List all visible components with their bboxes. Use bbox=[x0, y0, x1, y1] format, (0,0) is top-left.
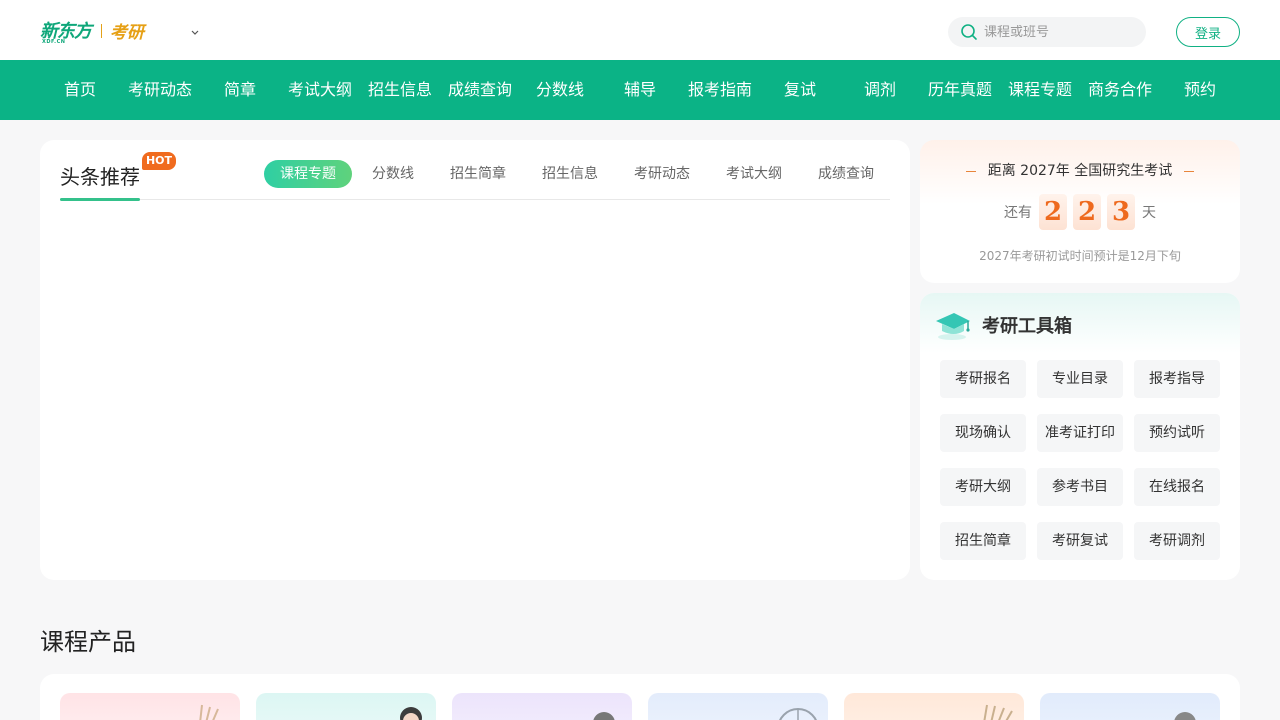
pencils-image bbox=[983, 704, 1013, 720]
tab-admission-info[interactable]: 招生信息 bbox=[536, 160, 604, 188]
course-products-title: 课程产品 bbox=[40, 628, 136, 656]
tool-online-registration[interactable]: 在线报名 bbox=[1134, 468, 1220, 506]
nav-item-admission-info[interactable]: 招生信息 bbox=[360, 60, 440, 120]
tab-cutoff[interactable]: 分数线 bbox=[362, 160, 424, 188]
tool-registration[interactable]: 考研报名 bbox=[940, 360, 1026, 398]
headlines-card: 头条推荐 HOT 课程专题 分数线 招生简章 招生信息 考研动态 考试大纲 成绩… bbox=[40, 140, 910, 580]
product-card[interactable] bbox=[844, 693, 1024, 720]
tool-admission-ticket[interactable]: 准考证打印 bbox=[1037, 414, 1123, 452]
tabs-divider bbox=[60, 199, 890, 200]
tool-syllabus[interactable]: 考研大纲 bbox=[940, 468, 1026, 506]
teacher-photo bbox=[1174, 712, 1196, 720]
countdown-note: 2027年考研初试时间预计是12月下旬 bbox=[979, 249, 1181, 263]
nav-item-news[interactable]: 考研动态 bbox=[120, 60, 200, 120]
nav-item-course-topics[interactable]: 课程专题 bbox=[1000, 60, 1080, 120]
hot-badge: HOT bbox=[142, 152, 176, 170]
countdown-card: 距离 2027年 全国研究生考试 还有 2 2 3 天 2027年考研初试时间预… bbox=[920, 140, 1240, 283]
nav-item-booking[interactable]: 预约 bbox=[1160, 60, 1240, 120]
headlines-title: 头条推荐 bbox=[60, 165, 140, 189]
product-card[interactable] bbox=[452, 693, 632, 720]
tool-reference-books[interactable]: 参考书目 bbox=[1037, 468, 1123, 506]
main-nav: 首页 考研动态 简章 考试大纲 招生信息 成绩查询 分数线 辅导 报考指南 复试… bbox=[0, 60, 1280, 120]
nav-item-retest[interactable]: 复试 bbox=[760, 60, 840, 120]
logo-product-text: 考研 bbox=[110, 22, 144, 43]
tab-brochure[interactable]: 招生简章 bbox=[444, 160, 512, 188]
countdown-row: 还有 2 2 3 天 bbox=[920, 194, 1240, 230]
nav-item-business[interactable]: 商务合作 bbox=[1080, 60, 1160, 120]
product-card[interactable] bbox=[60, 693, 240, 720]
tab-course-topics[interactable]: 课程专题 bbox=[264, 160, 352, 188]
nav-item-syllabus[interactable]: 考试大纲 bbox=[280, 60, 360, 120]
countdown-digit: 2 bbox=[1073, 194, 1101, 230]
tab-score-query[interactable]: 成绩查询 bbox=[812, 160, 880, 188]
tool-brochure[interactable]: 招生简章 bbox=[940, 522, 1026, 560]
logo-domain-text: XDF.CN bbox=[42, 39, 66, 45]
right-dash bbox=[1184, 170, 1195, 172]
countdown-year: 2027年 bbox=[1020, 163, 1070, 179]
course-products-card bbox=[40, 674, 1240, 720]
tab-news[interactable]: 考研动态 bbox=[628, 160, 696, 188]
tool-application-guidance[interactable]: 报考指导 bbox=[1134, 360, 1220, 398]
tool-transfer[interactable]: 考研调剂 bbox=[1134, 522, 1220, 560]
tool-trial-booking[interactable]: 预约试听 bbox=[1134, 414, 1220, 452]
teacher-photo bbox=[593, 712, 615, 720]
nav-item-tutoring[interactable]: 辅导 bbox=[600, 60, 680, 120]
tool-major-catalog[interactable]: 专业目录 bbox=[1037, 360, 1123, 398]
left-dash bbox=[965, 170, 976, 172]
countdown-title: 距离 2027年 全国研究生考试 bbox=[920, 160, 1240, 180]
product-card[interactable] bbox=[256, 693, 436, 720]
globe-image bbox=[779, 708, 817, 720]
search-input[interactable] bbox=[984, 24, 1134, 40]
countdown-after-label: 天 bbox=[1142, 205, 1156, 221]
title-underline bbox=[60, 198, 140, 201]
nav-item-brochure[interactable]: 简章 bbox=[200, 60, 280, 120]
tab-syllabus[interactable]: 考试大纲 bbox=[720, 160, 788, 188]
product-card[interactable] bbox=[1040, 693, 1220, 720]
toolbox-title: 考研工具箱 bbox=[982, 316, 1072, 337]
product-card[interactable] bbox=[648, 693, 828, 720]
search-icon[interactable] bbox=[960, 23, 978, 41]
countdown-digit: 2 bbox=[1039, 194, 1067, 230]
tool-onsite-confirmation[interactable]: 现场确认 bbox=[940, 414, 1026, 452]
nav-item-past-papers[interactable]: 历年真题 bbox=[920, 60, 1000, 120]
site-logo[interactable]: 新东方 XDF.CN 考研 bbox=[40, 20, 144, 46]
graduation-cap-icon bbox=[936, 313, 970, 340]
top-header: 新东方 XDF.CN 考研 登录 bbox=[0, 0, 1280, 60]
nav-item-transfer[interactable]: 调剂 bbox=[840, 60, 920, 120]
nav-item-cutoff[interactable]: 分数线 bbox=[520, 60, 600, 120]
nav-item-guide[interactable]: 报考指南 bbox=[680, 60, 760, 120]
pencils-image bbox=[199, 704, 219, 720]
countdown-digit: 3 bbox=[1107, 194, 1135, 230]
chevron-down-icon[interactable] bbox=[189, 26, 201, 38]
logo-divider bbox=[101, 24, 102, 38]
toolbox-card: 考研工具箱 考研报名 专业目录 报考指导 现场确认 准考证打印 预约试听 考研大… bbox=[920, 293, 1240, 580]
countdown-suffix: 全国研究生考试 bbox=[1074, 163, 1173, 179]
countdown-prefix: 距离 bbox=[987, 163, 1016, 179]
nav-item-score-query[interactable]: 成绩查询 bbox=[440, 60, 520, 120]
search-box[interactable] bbox=[948, 17, 1146, 47]
countdown-before-label: 还有 bbox=[1004, 205, 1032, 221]
teacher-photo bbox=[400, 707, 422, 720]
login-button[interactable]: 登录 bbox=[1176, 17, 1240, 47]
tool-retest[interactable]: 考研复试 bbox=[1037, 522, 1123, 560]
nav-item-home[interactable]: 首页 bbox=[40, 60, 120, 120]
